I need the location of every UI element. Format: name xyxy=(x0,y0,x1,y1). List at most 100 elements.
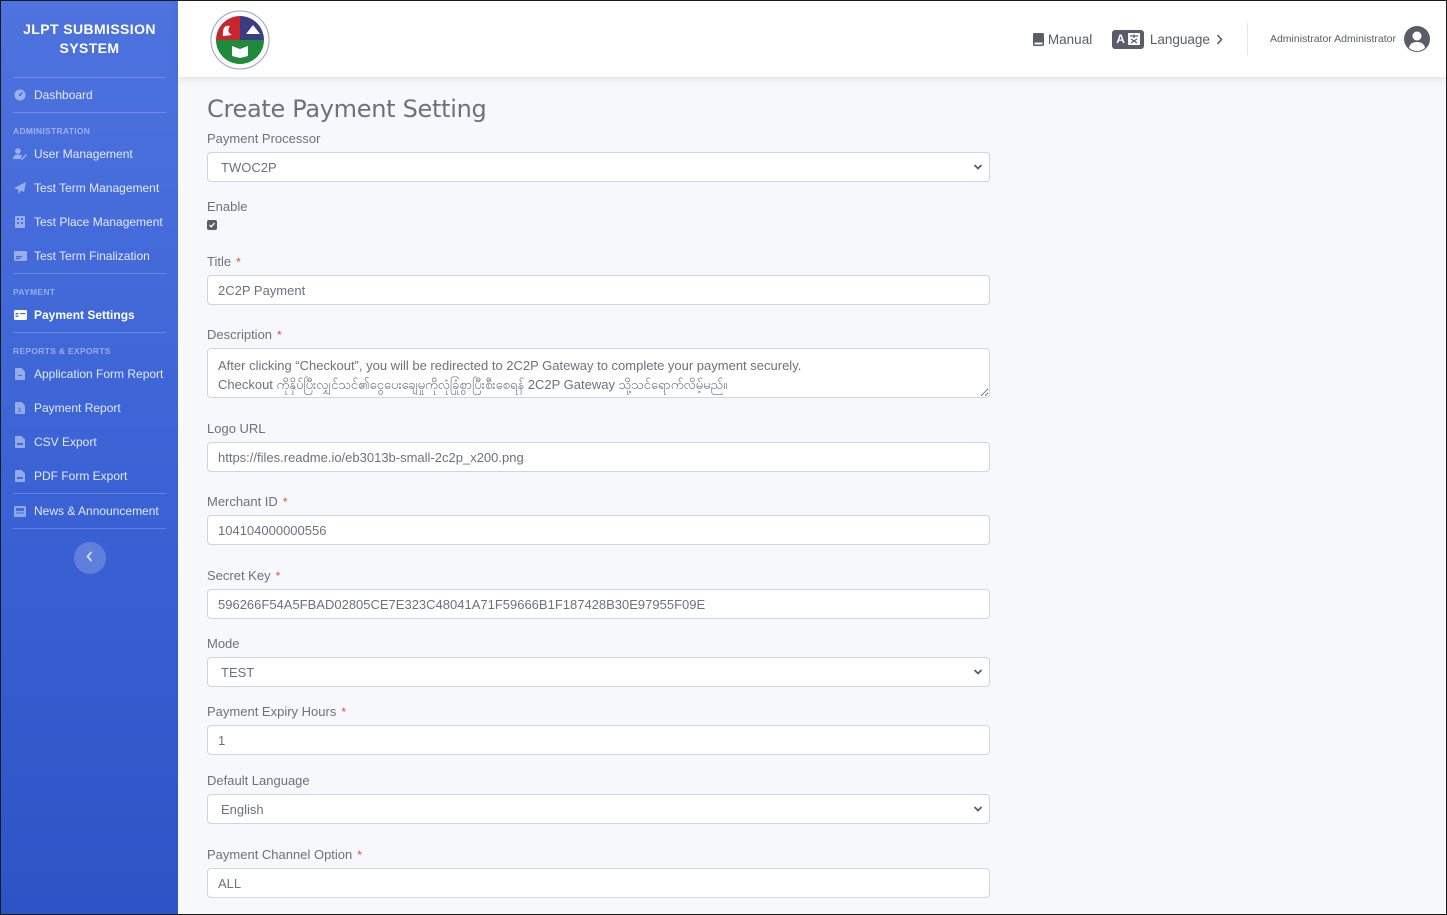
newspaper-icon xyxy=(13,504,27,518)
description-label-text: Description xyxy=(207,327,273,342)
language-label: Language xyxy=(1149,31,1210,47)
payment-channel-option-label-text: Payment Channel Option xyxy=(207,847,353,862)
default-language-select[interactable]: English xyxy=(207,794,990,824)
sidebar-divider xyxy=(13,112,166,113)
sidebar-item-label: CSV Export xyxy=(34,435,97,449)
sidebar-item-payment-report[interactable]: $ Payment Report xyxy=(1,391,178,425)
required-asterisk: * xyxy=(341,705,346,719)
field-enable: Enable xyxy=(207,199,247,230)
language-icon: A xyxy=(1112,29,1144,49)
chevron-down-icon xyxy=(973,803,983,815)
user-name[interactable]: Administrator Administrator xyxy=(1270,33,1396,45)
topbar: Manual A Language Administrator Administ… xyxy=(178,1,1446,77)
payment-processor-value: TWOC2P xyxy=(221,159,277,175)
mode-value: TEST xyxy=(221,664,255,680)
payment-card-icon xyxy=(13,308,27,322)
id-card-icon xyxy=(13,249,27,263)
brand-line-1: JLPT SUBMISSION xyxy=(23,21,156,37)
sidebar-item-label: News & Announcement xyxy=(34,504,159,518)
logo-url-input[interactable]: https://files.readme.io/eb3013b-small-2c… xyxy=(207,442,990,472)
user-avatar-icon[interactable] xyxy=(1404,26,1430,52)
chevron-right-icon xyxy=(1216,33,1223,45)
sidebar-item-pdf-form-export[interactable]: PDF Form Export xyxy=(1,459,178,493)
sidebar-item-label: PDF Form Export xyxy=(34,469,128,483)
field-description: Description * After clicking “Checkout”, … xyxy=(207,327,990,398)
payment-expiry-hours-label-text: Payment Expiry Hours xyxy=(207,704,337,719)
sidebar-item-label: Dashboard xyxy=(34,88,93,102)
default-language-label: Default Language xyxy=(207,773,310,788)
logo-url-value: https://files.readme.io/eb3013b-small-2c… xyxy=(218,449,524,465)
file-icon xyxy=(13,367,27,381)
chevron-down-icon xyxy=(973,666,983,678)
merchant-id-label: Merchant ID * xyxy=(207,494,990,509)
app-window: JLPT SUBMISSION SYSTEM Dashboard ADMINIS… xyxy=(1,1,1446,914)
sidebar-item-label: Test Place Management xyxy=(34,215,163,229)
field-secret-key: Secret Key * 596266F54A5FBAD02805CE7E323C… xyxy=(207,568,990,619)
sidebar-item-label: Application Form Report xyxy=(34,367,164,381)
secret-key-label-text: Secret Key xyxy=(207,568,271,583)
payment-processor-select[interactable]: TWOC2P xyxy=(207,152,990,182)
required-asterisk: * xyxy=(357,848,362,862)
payment-expiry-hours-label: Payment Expiry Hours * xyxy=(207,704,990,719)
field-logo-url: Logo URL https://files.readme.io/eb3013b… xyxy=(207,421,990,472)
mode-select[interactable]: TEST xyxy=(207,657,990,687)
payment-expiry-hours-value: 1 xyxy=(218,732,226,748)
title-value: 2C2P Payment xyxy=(218,282,306,298)
title-input[interactable]: 2C2P Payment xyxy=(207,275,990,305)
sidebar-divider xyxy=(13,273,166,274)
language-dropdown[interactable]: A Language xyxy=(1112,29,1223,49)
field-title: Title * 2C2P Payment xyxy=(207,254,990,305)
required-asterisk: * xyxy=(282,495,288,509)
sidebar-item-csv-export[interactable]: CSV Export xyxy=(1,425,178,459)
field-default-language: Default Language English xyxy=(207,773,990,824)
tachometer-icon xyxy=(13,88,27,102)
secret-key-input[interactable]: 596266F54A5FBAD02805CE7E323C48041A71F596… xyxy=(207,589,990,619)
main-content: Create Payment Setting Payment Processor… xyxy=(207,77,990,898)
merchant-id-value: 104104000000556 xyxy=(218,522,327,538)
title-label: Title * xyxy=(207,254,990,269)
sidebar-item-test-term-finalization[interactable]: Test Term Finalization xyxy=(1,239,178,273)
sidebar-item-dashboard[interactable]: Dashboard xyxy=(1,78,178,112)
sidebar-toggle-button[interactable] xyxy=(73,542,106,574)
user-edit-icon xyxy=(13,147,27,161)
building-icon xyxy=(13,215,27,229)
chevron-down-icon xyxy=(973,161,983,173)
manual-link[interactable]: Manual xyxy=(1032,31,1093,47)
description-label: Description * xyxy=(207,327,990,342)
field-payment-channel-option: Payment Channel Option * ALL xyxy=(207,847,990,898)
required-asterisk: * xyxy=(275,569,281,583)
organization-logo[interactable] xyxy=(208,10,272,70)
merchant-id-label-text: Merchant ID xyxy=(207,494,278,509)
file-invoice-dollar-icon: $ xyxy=(13,401,27,415)
sidebar-item-user-management[interactable]: User Management xyxy=(1,137,178,171)
sidebar-item-application-form-report[interactable]: Application Form Report xyxy=(1,357,178,391)
sidebar-heading-payment: PAYMENT xyxy=(13,287,56,297)
sidebar-item-test-term-management[interactable]: Test Term Management xyxy=(1,171,178,205)
mode-label: Mode xyxy=(207,636,240,651)
merchant-id-input[interactable]: 104104000000556 xyxy=(207,515,990,545)
brand-title[interactable]: JLPT SUBMISSION SYSTEM xyxy=(1,1,178,77)
field-merchant-id: Merchant ID * 104104000000556 xyxy=(207,494,990,545)
default-language-value: English xyxy=(221,801,264,817)
language-badge-letter: A xyxy=(1116,32,1125,46)
sidebar-divider xyxy=(13,332,166,333)
required-asterisk: * xyxy=(236,255,241,269)
sidebar-item-news-announcement[interactable]: News & Announcement xyxy=(1,494,178,528)
sidebar-item-payment-settings[interactable]: Payment Settings xyxy=(1,298,178,332)
sidebar-item-label: Test Term Management xyxy=(34,181,160,195)
payment-channel-option-input[interactable]: ALL xyxy=(207,868,990,898)
secret-key-value: 596266F54A5FBAD02805CE7E323C48041A71F596… xyxy=(218,596,706,612)
sidebar-heading-reports-exports: REPORTS & EXPORTS xyxy=(13,346,111,356)
topbar-divider xyxy=(1246,23,1248,55)
description-textarea[interactable]: After clicking “Checkout”, you will be r… xyxy=(207,348,990,398)
sidebar-item-label: Payment Report xyxy=(34,401,121,415)
book-icon xyxy=(1032,32,1044,46)
topbar-actions: Manual A Language Administrator Administ… xyxy=(1032,1,1430,77)
enable-checkbox[interactable] xyxy=(207,220,217,230)
sidebar: JLPT SUBMISSION SYSTEM Dashboard ADMINIS… xyxy=(1,1,178,914)
file-pdf-icon xyxy=(13,469,27,483)
payment-expiry-hours-input[interactable]: 1 xyxy=(207,725,990,755)
sidebar-item-label: Test Term Finalization xyxy=(34,249,150,263)
sidebar-item-test-place-management[interactable]: Test Place Management xyxy=(1,205,178,239)
manual-label: Manual xyxy=(1047,31,1093,47)
